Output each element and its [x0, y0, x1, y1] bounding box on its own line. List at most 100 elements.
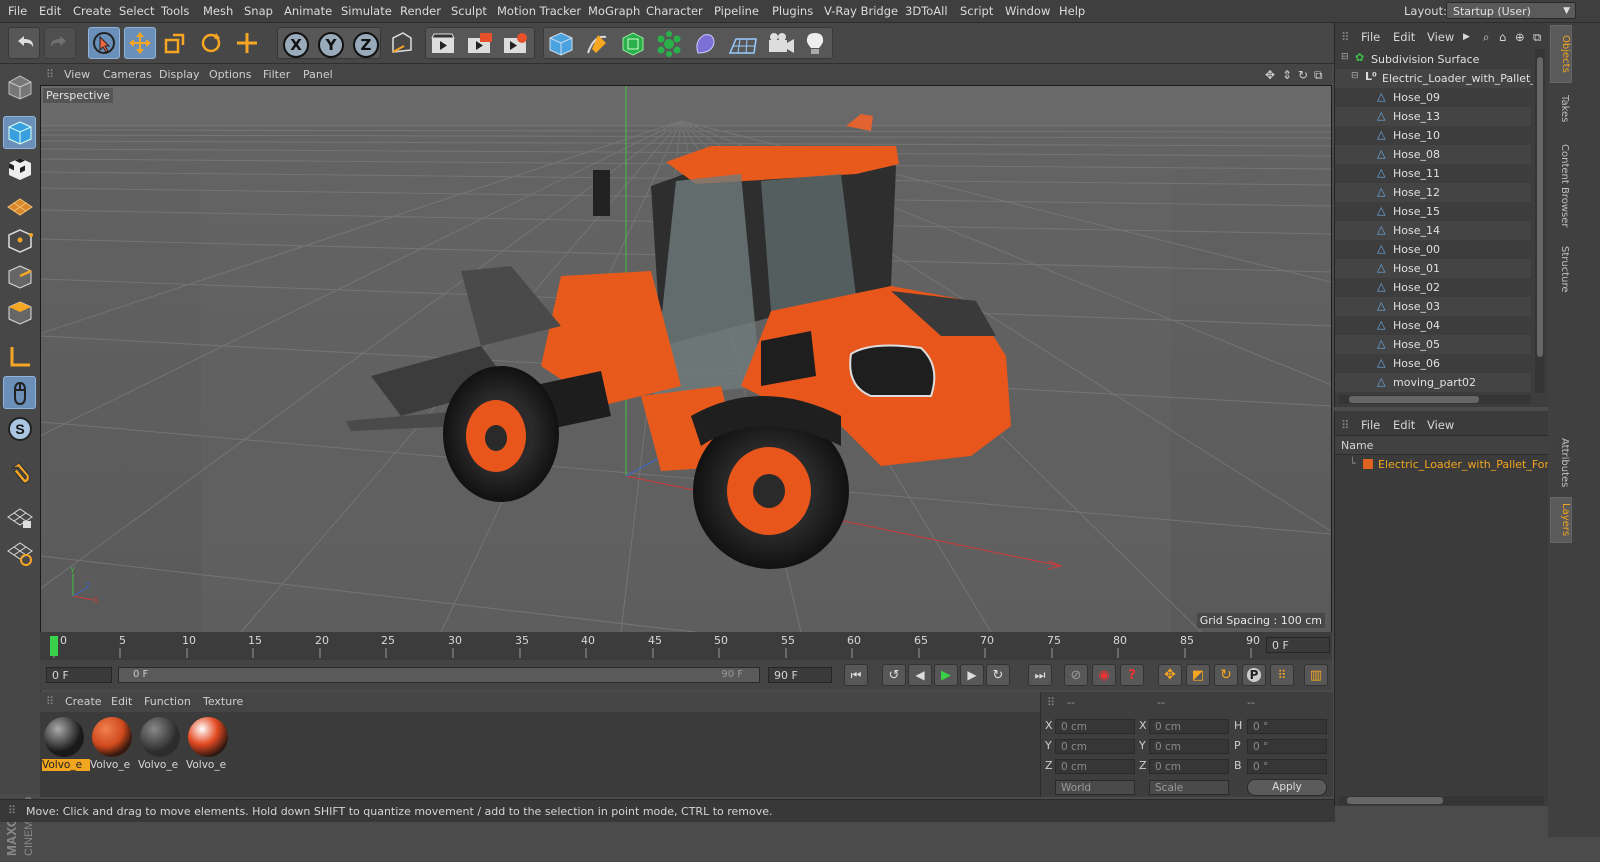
layer-menu-edit[interactable]: Edit [1393, 418, 1415, 432]
viewport-maximize-icon[interactable]: ⧉ [1314, 68, 1323, 83]
floor-environment-icon[interactable] [728, 31, 758, 57]
key-rotation-button[interactable]: ↻ [1214, 664, 1238, 686]
render-settings-icon[interactable] [502, 32, 530, 56]
material-item[interactable]: Volvo_e [186, 715, 230, 773]
object-menu-edit[interactable]: Edit [1393, 30, 1415, 44]
previous-key-button[interactable]: ↺ [882, 664, 906, 686]
planar-workplane-button[interactable] [3, 536, 36, 569]
menu-window[interactable]: Window [1005, 4, 1050, 18]
coordinate-space-dropdown[interactable]: World [1055, 780, 1135, 795]
layer-menu-view[interactable]: View [1427, 418, 1454, 432]
menu-file[interactable]: File [8, 4, 27, 18]
edges-mode-button[interactable] [3, 260, 36, 293]
play-button[interactable]: ▶ [934, 664, 958, 686]
points-mode-button[interactable] [3, 224, 36, 257]
autokeying-button[interactable]: ◉ [1092, 664, 1116, 686]
menu-render[interactable]: Render [400, 4, 441, 18]
viewport-rotate-icon[interactable]: ↻ [1298, 68, 1308, 82]
material-item[interactable]: Volvo_e [42, 715, 90, 773]
tree-row-hose[interactable]: △ Hose_14 [1335, 221, 1531, 240]
tree-collapse-icon[interactable]: ⊟ [1341, 52, 1349, 62]
deformer-icon[interactable] [692, 31, 718, 57]
size-z-field[interactable]: 0 cm [1149, 759, 1229, 774]
timeline-ruler[interactable]: 0 5 10 15 20 25 30 35 40 45 50 55 60 65 … [40, 632, 1332, 660]
tree-row-hose[interactable]: △ Hose_10 [1335, 126, 1531, 145]
texture-mode-button[interactable] [3, 152, 36, 185]
locked-workplane-button[interactable] [3, 500, 36, 533]
menu-arrow-icon[interactable]: ▶ [1463, 32, 1470, 42]
material-menu-edit[interactable]: Edit [111, 695, 132, 708]
make-editable-button[interactable] [3, 70, 36, 103]
menu-motion-tracker[interactable]: Motion Tracker [497, 4, 581, 18]
recent-tool-button[interactable] [231, 27, 263, 59]
undo-button[interactable] [8, 27, 40, 59]
rotation-p-field[interactable]: 0 ° [1247, 739, 1327, 754]
tab-takes[interactable]: Takes [1550, 85, 1570, 133]
coordinate-system-button[interactable] [385, 27, 417, 59]
viewport-zoom-icon[interactable]: ⇕ [1282, 68, 1292, 82]
menu-character[interactable]: Character [646, 4, 703, 18]
scale-tool-button[interactable] [159, 27, 191, 59]
tree-row-hose[interactable]: △ Hose_04 [1335, 316, 1531, 335]
tree-row-hose[interactable]: △ Hose_03 [1335, 297, 1531, 316]
scrollbar-thumb[interactable] [1347, 797, 1443, 804]
menu-simulate[interactable]: Simulate [341, 4, 392, 18]
render-view-icon[interactable] [430, 32, 458, 56]
layer-horizontal-scrollbar[interactable] [1339, 796, 1544, 805]
viewport-menu-filter[interactable]: Filter [263, 68, 290, 81]
viewport-move-icon[interactable]: ✥ [1265, 68, 1275, 82]
menu-snap[interactable]: Snap [244, 4, 273, 18]
key-position-button[interactable]: ✥ [1158, 664, 1182, 686]
position-y-field[interactable]: 0 cm [1055, 739, 1135, 754]
tab-attributes[interactable]: Attributes [1550, 433, 1570, 493]
menu-create[interactable]: Create [73, 4, 111, 18]
tree-row-hose[interactable]: △ Hose_13 [1335, 107, 1531, 126]
cube-primitive-icon[interactable] [548, 31, 574, 57]
live-selection-button[interactable] [88, 27, 120, 59]
tree-row-hose[interactable]: △ Hose_15 [1335, 202, 1531, 221]
scrollbar-thumb[interactable] [1349, 396, 1479, 403]
spline-pen-icon[interactable] [584, 31, 610, 57]
polygons-mode-button[interactable] [3, 296, 36, 329]
timeline-window-button[interactable]: ▥ [1304, 664, 1328, 686]
light-icon[interactable] [802, 31, 828, 57]
object-tree-vertical-scrollbar[interactable] [1535, 49, 1545, 393]
redo-button[interactable] [44, 27, 76, 59]
size-mode-dropdown[interactable]: Scale [1149, 780, 1229, 795]
tree-collapse-icon[interactable]: ⊟ [1351, 71, 1359, 81]
current-frame-field[interactable]: 0 F [46, 667, 112, 683]
object-menu-file[interactable]: File [1361, 30, 1380, 44]
filter-icon[interactable]: ⊕ [1515, 30, 1525, 44]
tree-row-hose[interactable]: △ Hose_11 [1335, 164, 1531, 183]
keyframe-selection-button[interactable]: ? [1120, 664, 1144, 686]
z-axis-lock-button[interactable]: Z [353, 32, 379, 58]
key-scale-button[interactable]: ◩ [1186, 664, 1210, 686]
menu-plugins[interactable]: Plugins [772, 4, 813, 18]
menu-mesh[interactable]: Mesh [203, 4, 233, 18]
model-mode-button[interactable] [3, 116, 36, 149]
tree-row-part[interactable]: △ moving_part02 [1335, 373, 1531, 392]
search-icon[interactable]: ⌕ [1483, 30, 1489, 45]
timeline-frame-field[interactable]: 0 F [1266, 637, 1330, 653]
previous-frame-button[interactable]: ◀ [908, 664, 932, 686]
material-item[interactable]: Volvo_e [90, 715, 134, 773]
menu-select[interactable]: Select [119, 4, 154, 18]
tab-content-browser[interactable]: Content Browser [1550, 137, 1570, 235]
position-x-field[interactable]: 0 cm [1055, 719, 1135, 734]
material-menu-function[interactable]: Function [144, 695, 191, 708]
key-parameter-button[interactable]: P [1242, 664, 1266, 686]
perspective-viewport[interactable]: Y X Z Perspective Grid Spacing : 100 cm [40, 85, 1332, 633]
preview-range-slider[interactable]: 0 F 90 F [118, 667, 760, 683]
render-picture-viewer-icon[interactable] [466, 32, 494, 56]
tree-row-loader[interactable]: ⊟ L⁰ Electric_Loader_with_Pallet_Fo [1335, 69, 1533, 88]
apply-button[interactable]: Apply [1247, 779, 1327, 796]
new-window-icon[interactable]: ⧉ [1533, 30, 1541, 45]
move-tool-button[interactable] [124, 27, 156, 59]
scrollbar-thumb[interactable] [1537, 57, 1543, 357]
layer-color-swatch[interactable] [1363, 459, 1373, 469]
max-frame-field[interactable]: 90 F [768, 667, 832, 683]
material-menu-texture[interactable]: Texture [203, 695, 243, 708]
size-y-field[interactable]: 0 cm [1149, 739, 1229, 754]
menu-mograph[interactable]: MoGraph [588, 4, 640, 18]
menu-tools[interactable]: Tools [161, 4, 189, 18]
